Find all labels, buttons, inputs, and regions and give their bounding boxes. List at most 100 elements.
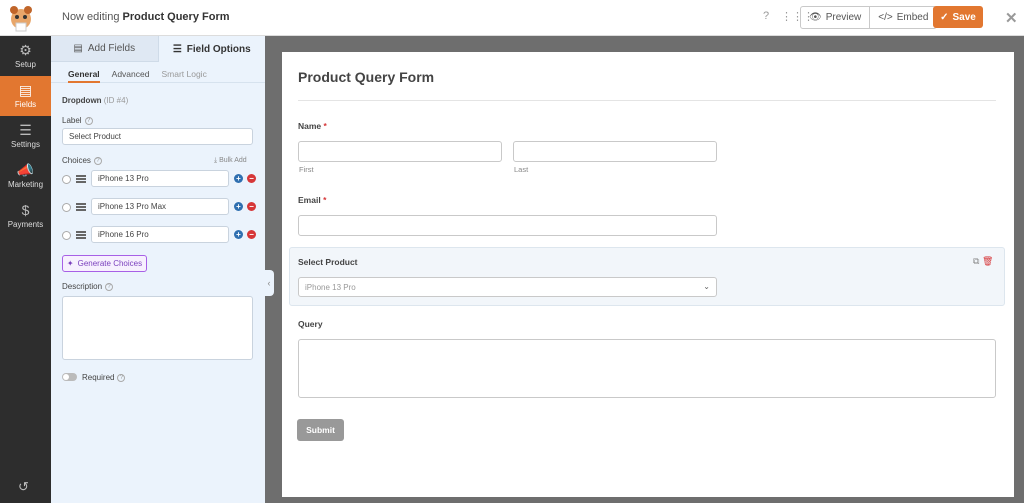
query-field-label[interactable]: Query	[298, 319, 323, 329]
description-title-text: Description	[62, 282, 103, 291]
query-textarea[interactable]	[298, 339, 996, 398]
tab-add-fields[interactable]: ▤ Add Fields	[51, 36, 158, 62]
code-icon: </>	[878, 12, 893, 23]
bulk-add-label: Bulk Add	[219, 157, 247, 164]
sliders-icon: ☰	[19, 122, 32, 138]
help-icon[interactable]: ?	[105, 282, 114, 291]
panel-tabs: ▤ Add Fields ☰ Field Options	[51, 36, 265, 62]
choices-title: Choices?	[62, 156, 102, 165]
remove-choice-icon[interactable]: −	[247, 230, 256, 239]
embed-button[interactable]: </> Embed	[869, 7, 936, 28]
help-icon[interactable]: ?	[93, 156, 102, 165]
subtab-general[interactable]: General	[68, 69, 100, 83]
embed-label: Embed	[896, 12, 929, 23]
subtab-advanced[interactable]: Advanced	[112, 69, 150, 83]
eye-icon: 👁	[809, 12, 822, 23]
drag-handle-icon[interactable]	[76, 231, 86, 239]
tab-label: Add Fields	[87, 43, 136, 54]
choice-input[interactable]: iPhone 13 Pro Max	[91, 198, 229, 215]
choice-default-radio[interactable]	[62, 203, 71, 212]
history-icon[interactable]: ↺	[18, 479, 29, 495]
trash-icon[interactable]: 🗑	[982, 256, 993, 266]
field-actions: ⧉ 🗑	[973, 256, 993, 267]
choice-input[interactable]: iPhone 16 Pro	[91, 226, 229, 243]
remove-choice-icon[interactable]: −	[247, 202, 256, 211]
sidebar-item-settings[interactable]: ☰ Settings	[0, 116, 51, 156]
last-name-input[interactable]	[513, 141, 717, 162]
email-label-text: Email	[298, 195, 321, 205]
megaphone-icon: 📣	[16, 162, 35, 178]
sidebar-item-label: Settings	[11, 140, 40, 149]
submit-button[interactable]: Submit	[297, 419, 344, 441]
editing-prefix: Now editing	[62, 11, 120, 23]
add-choice-icon[interactable]: +	[234, 202, 243, 211]
sidebar-item-fields[interactable]: ▤ Fields	[0, 76, 51, 116]
sparkle-icon: ✦	[66, 259, 74, 268]
field-type-heading: Dropdown (ID #4)	[62, 96, 128, 105]
first-name-input[interactable]	[298, 141, 502, 162]
generate-choices-label: Generate Choices	[77, 259, 143, 268]
choice-input[interactable]: iPhone 13 Pro	[91, 170, 229, 187]
add-choice-icon[interactable]: +	[234, 230, 243, 239]
add-choice-icon[interactable]: +	[234, 174, 243, 183]
download-icon: ⤓	[214, 157, 218, 164]
duplicate-icon[interactable]: ⧉	[973, 256, 979, 266]
wpforms-logo-icon	[10, 6, 32, 32]
form-title: Product Query Form	[298, 69, 435, 85]
fields-icon: ▤	[18, 82, 33, 98]
required-toggle[interactable]	[62, 373, 77, 381]
sidebar-item-payments[interactable]: $ Payments	[0, 196, 51, 236]
preview-label: Preview	[825, 12, 862, 23]
field-id: (ID #4)	[103, 96, 129, 105]
chevron-down-icon: ⌄	[703, 282, 710, 291]
dollar-icon: $	[21, 202, 30, 218]
preview-embed-group: 👁 Preview </> Embed	[800, 6, 938, 29]
collapse-panel-chevron-icon[interactable]: ‹	[264, 270, 274, 296]
list-icon: ▤	[73, 43, 83, 54]
check-icon: ✓	[940, 11, 949, 23]
save-label: Save	[952, 11, 976, 23]
close-icon[interactable]: ✕	[1005, 9, 1018, 27]
choice-default-radio[interactable]	[62, 231, 71, 240]
generate-choices-button[interactable]: ✦ Generate Choices	[62, 255, 147, 272]
tab-field-options[interactable]: ☰ Field Options	[157, 36, 265, 62]
required-asterisk: *	[323, 121, 327, 131]
last-sublabel: Last	[514, 165, 529, 174]
builder-sidebar: ⚙ Setup ▤ Fields ☰ Settings 📣 Marketing …	[0, 36, 51, 503]
bulk-add-link[interactable]: ⤓ Bulk Add	[214, 157, 247, 165]
remove-choice-icon[interactable]: −	[247, 174, 256, 183]
sliders-icon: ☰	[172, 43, 182, 55]
subtab-smart-logic[interactable]: Smart Logic	[161, 69, 206, 83]
sidebar-item-marketing[interactable]: 📣 Marketing	[0, 156, 51, 196]
select-product-dropdown[interactable]: iPhone 13 Pro ⌄	[298, 277, 717, 297]
editing-title: Now editing Product Query Form	[62, 11, 230, 23]
field-options-panel: ▤ Add Fields ☰ Field Options General Adv…	[51, 36, 265, 503]
email-input[interactable]	[298, 215, 717, 236]
label-input[interactable]: Select Product	[62, 128, 253, 145]
name-field-label[interactable]: Name *	[298, 121, 327, 131]
email-field-label[interactable]: Email *	[298, 195, 326, 205]
first-sublabel: First	[299, 165, 314, 174]
sidebar-item-setup[interactable]: ⚙ Setup	[0, 36, 51, 76]
sidebar-item-label: Marketing	[7, 180, 44, 189]
drag-handle-icon[interactable]	[76, 203, 86, 211]
help-icon[interactable]: ?	[117, 373, 126, 382]
select-value: iPhone 13 Pro	[305, 282, 356, 292]
drag-handle-icon[interactable]	[76, 175, 86, 183]
subtabs: General Advanced Smart Logic	[51, 62, 265, 83]
field-type: Dropdown	[62, 96, 102, 105]
description-textarea[interactable]	[62, 296, 253, 360]
description-title: Description?	[62, 282, 114, 291]
sidebar-item-label: Payments	[7, 220, 44, 229]
choice-default-radio[interactable]	[62, 175, 71, 184]
gear-icon: ⚙	[19, 42, 32, 58]
help-icon[interactable]: ?	[84, 116, 93, 125]
save-button[interactable]: ✓ Save	[933, 6, 983, 28]
preview-button[interactable]: 👁 Preview	[801, 7, 869, 28]
required-label: Required?	[82, 373, 126, 382]
required-asterisk: *	[323, 195, 327, 205]
name-label-text: Name	[298, 121, 322, 131]
help-icon[interactable]: ?	[763, 10, 769, 22]
select-product-label[interactable]: Select Product	[298, 257, 358, 267]
top-bar: Now editing Product Query Form ? ⋮⋮⋮ 👁 P…	[0, 0, 1024, 36]
